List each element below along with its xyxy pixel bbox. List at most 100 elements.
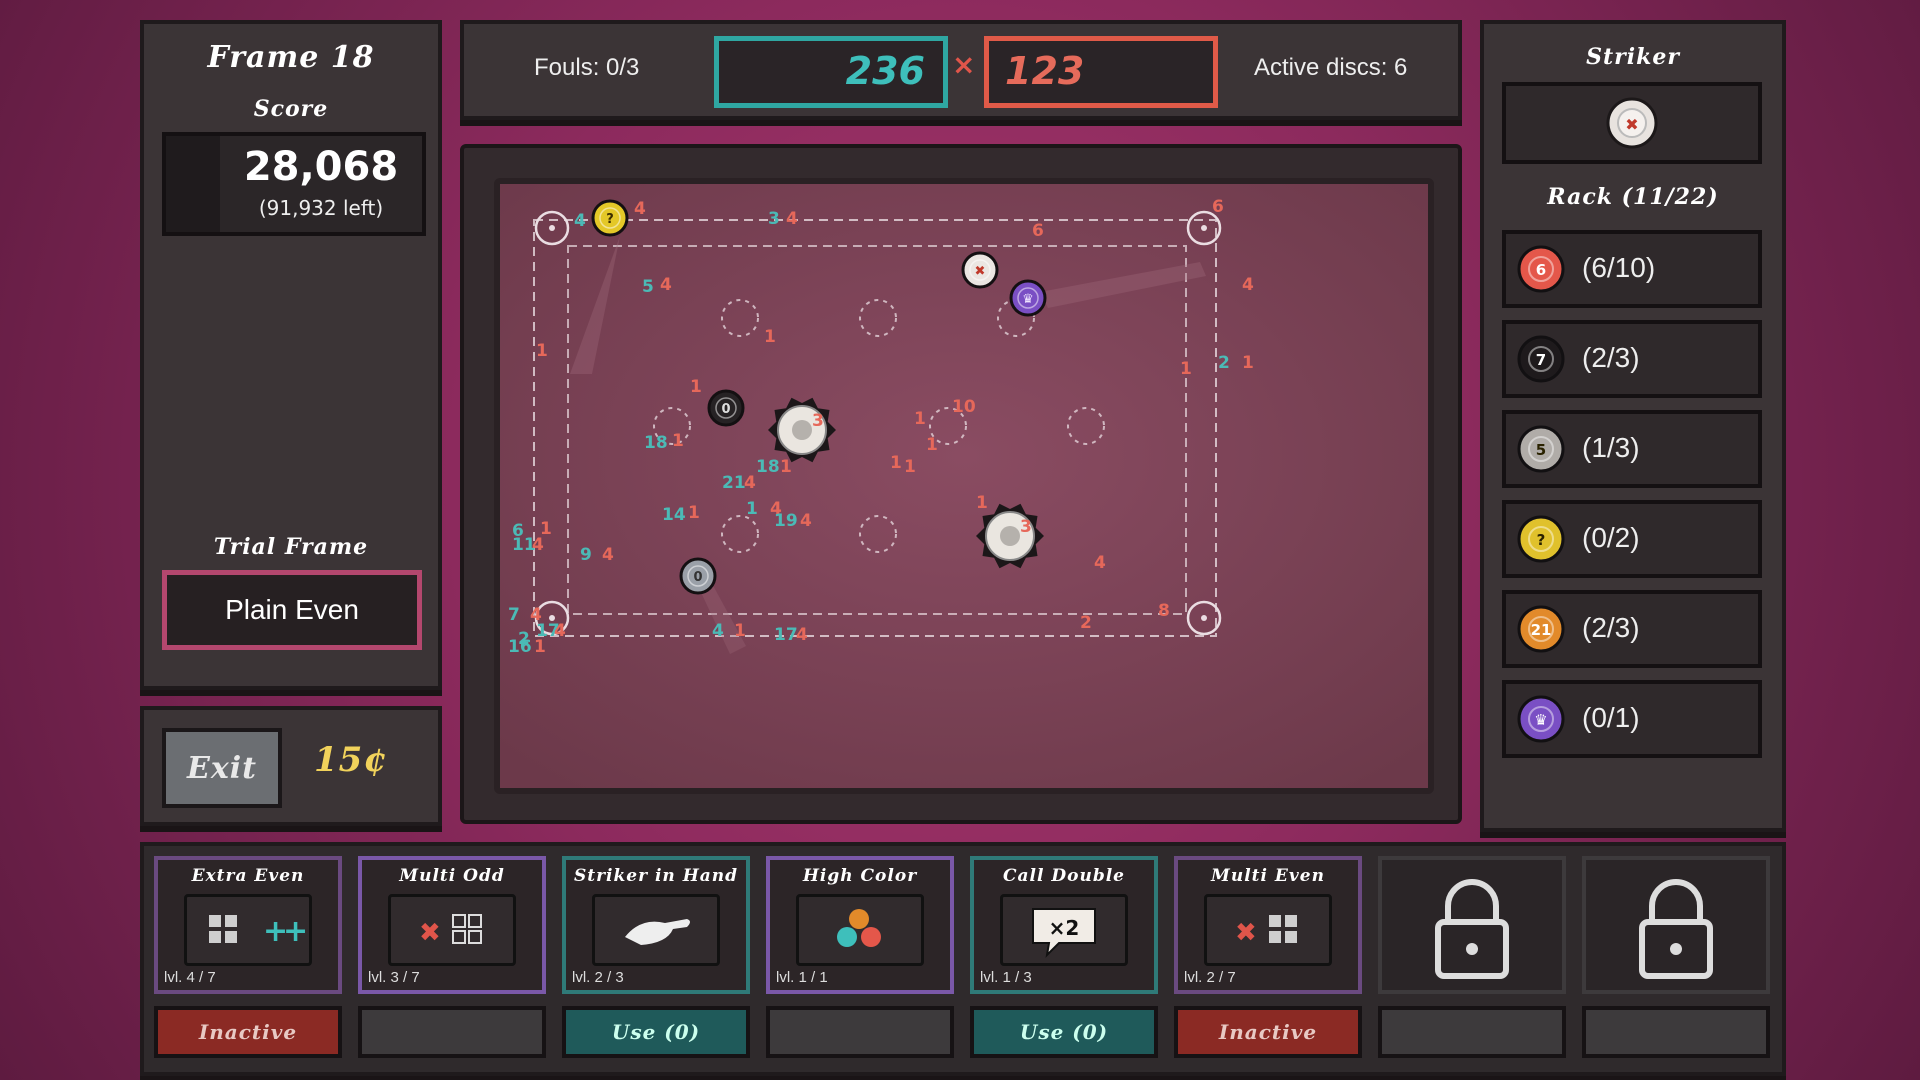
score-label: 10 bbox=[952, 397, 976, 417]
rack-label: Rack (11/22) bbox=[1547, 184, 1719, 210]
score-label: 4 bbox=[1094, 553, 1106, 573]
card-status-inactive: Inactive bbox=[154, 1006, 342, 1058]
fouls-counter: Fouls: 0/3 bbox=[534, 54, 640, 81]
call-double-text: ×2 bbox=[1049, 916, 1080, 940]
card-title: Multi Odd bbox=[399, 866, 505, 886]
score-label: 18 bbox=[644, 433, 668, 453]
locked-slot-status bbox=[1582, 1006, 1770, 1058]
striker-slot[interactable]: ✖ bbox=[1502, 82, 1762, 164]
rack-count: (1/3) bbox=[1582, 432, 1640, 463]
lock-icon bbox=[1435, 879, 1509, 979]
svg-text:♛: ♛ bbox=[1534, 711, 1547, 729]
board-canvas[interactable]: 4143466544111211101118118121411114114194… bbox=[500, 184, 1428, 788]
rack-row-red-6-disc[interactable]: 6 (6/10) bbox=[1502, 230, 1762, 308]
card-title: High Color bbox=[802, 866, 918, 886]
score-label: 18 bbox=[756, 457, 780, 477]
red-multiplier-box: 123 bbox=[984, 36, 1218, 108]
silver-disc: 0 bbox=[679, 557, 717, 595]
striker-label: Striker bbox=[1586, 44, 1680, 70]
call-double-icon: ×2 bbox=[1000, 894, 1128, 966]
gear-5-disc-icon: 5 bbox=[1517, 425, 1565, 473]
card-level: lvl. 3 / 7 bbox=[368, 969, 420, 986]
score-label: 4 bbox=[554, 621, 566, 641]
card-status-empty bbox=[766, 1006, 954, 1058]
card-status-use[interactable]: Use (0) bbox=[970, 1006, 1158, 1058]
rack-count: (6/10) bbox=[1582, 252, 1656, 283]
frame-info-panel: Frame 18 Score 28,068 (91,932 left) Tria… bbox=[140, 20, 442, 690]
striker-hand-icon bbox=[592, 894, 720, 966]
blue-score-value: 236 bbox=[845, 49, 925, 93]
exit-panel: Exit 15¢ bbox=[140, 706, 442, 826]
exit-button[interactable]: Exit bbox=[162, 728, 282, 808]
multiply-symbol: × bbox=[952, 48, 976, 81]
disc-label: ? bbox=[606, 212, 614, 227]
score-label: 6 bbox=[1032, 221, 1044, 241]
frame-title: Frame 18 bbox=[207, 40, 375, 75]
svg-text:✖: ✖ bbox=[1235, 918, 1257, 948]
score-label: 1 bbox=[976, 493, 988, 513]
score-label: 4 bbox=[660, 275, 672, 295]
score-label: 1 bbox=[926, 435, 938, 455]
card-title: Multi Even bbox=[1211, 866, 1325, 886]
black-7-disc-icon: 7 bbox=[1517, 335, 1565, 383]
rack-count: (2/3) bbox=[1582, 342, 1640, 373]
gear-label: 3 bbox=[812, 411, 824, 431]
active-discs-counter: Active discs: 6 bbox=[1254, 54, 1408, 81]
multi-even-icon: ✖ bbox=[1204, 894, 1332, 966]
card-status-use[interactable]: Use (0) bbox=[562, 1006, 750, 1058]
disc-label: ✖ bbox=[975, 264, 986, 279]
card-title: Striker in Hand bbox=[573, 866, 739, 886]
score-label: 5 bbox=[642, 277, 654, 297]
rack-row-yellow-question-disc[interactable]: ? (0/2) bbox=[1502, 500, 1762, 578]
card-high-color[interactable]: High Color lvl. 1 / 1 bbox=[766, 856, 954, 994]
score-label: 1 bbox=[536, 341, 548, 361]
rack-row-orange-green-21-disc[interactable]: 21 (2/3) bbox=[1502, 590, 1762, 668]
score-label: 9 bbox=[580, 545, 592, 565]
high-color-icon bbox=[796, 894, 924, 966]
rack-count: (0/2) bbox=[1582, 522, 1640, 553]
score-label: 4 bbox=[602, 545, 614, 565]
upgrade-cards-panel: Extra Even + + lvl. 4 / 7 Inactive Multi Odd ✖… bbox=[140, 842, 1786, 1076]
game-board[interactable]: 4143466544111211101118118121411114114194… bbox=[494, 178, 1434, 794]
svg-text:6: 6 bbox=[1536, 261, 1546, 279]
rack-panel: Striker ✖ Rack (11/22) 6 (6/10) 7 (2/3) 5 (1/… bbox=[1480, 20, 1786, 832]
lock-icon bbox=[1639, 879, 1713, 979]
score-label: 4 bbox=[532, 535, 544, 555]
card-multi-even[interactable]: Multi Even ✖ lvl. 2 / 7 bbox=[1174, 856, 1362, 994]
score-label: 1 bbox=[690, 377, 702, 397]
score-label: 1 bbox=[780, 457, 792, 477]
score-label: 4 bbox=[1242, 275, 1254, 295]
score-label: 1 bbox=[534, 637, 546, 657]
trial-frame-value: Plain Even bbox=[162, 570, 422, 650]
score-value: 28,068 bbox=[243, 144, 399, 190]
score-label: 7 bbox=[508, 605, 520, 625]
svg-text:5: 5 bbox=[1536, 441, 1546, 459]
extra-even-icon: + + bbox=[184, 894, 312, 966]
card-level: lvl. 2 / 7 bbox=[1184, 969, 1236, 986]
svg-text:+: + bbox=[283, 914, 308, 949]
card-extra-even[interactable]: Extra Even + + lvl. 4 / 7 bbox=[154, 856, 342, 994]
card-call-double[interactable]: Call Double ×2 lvl. 1 / 3 bbox=[970, 856, 1158, 994]
score-label: 4 bbox=[634, 199, 646, 219]
score-label: 4 bbox=[744, 473, 756, 493]
blue-score-box: 236 bbox=[714, 36, 948, 108]
locked-slot-status bbox=[1378, 1006, 1566, 1058]
card-striker-hand[interactable]: Striker in Hand lvl. 2 / 3 bbox=[562, 856, 750, 994]
top-score-bar: Fouls: 0/3 236 × 123 Active discs: 6 bbox=[460, 20, 1462, 120]
purple-crown-disc-icon: ♛ bbox=[1517, 695, 1565, 743]
purple-crown-disc: ♛ bbox=[1009, 279, 1047, 317]
card-multi-odd[interactable]: Multi Odd ✖ lvl. 3 / 7 bbox=[358, 856, 546, 994]
yellow-question-disc-icon: ? bbox=[1517, 515, 1565, 563]
score-label: 2 bbox=[1218, 353, 1230, 373]
disc-label: 0 bbox=[693, 570, 702, 585]
score-label: 1 bbox=[764, 327, 776, 347]
rack-row-purple-crown-disc[interactable]: ♛ (0/1) bbox=[1502, 680, 1762, 758]
rack-count: (2/3) bbox=[1582, 612, 1640, 643]
card-status-inactive: Inactive bbox=[1174, 1006, 1362, 1058]
rack-row-gear-5-disc[interactable]: 5 (1/3) bbox=[1502, 410, 1762, 488]
rack-row-black-7-disc[interactable]: 7 (2/3) bbox=[1502, 320, 1762, 398]
score-label: 21 bbox=[722, 473, 746, 493]
trial-frame-label: Trial Frame bbox=[213, 534, 369, 560]
score-label: 1 bbox=[746, 499, 758, 519]
score-label: 1 bbox=[904, 457, 916, 477]
